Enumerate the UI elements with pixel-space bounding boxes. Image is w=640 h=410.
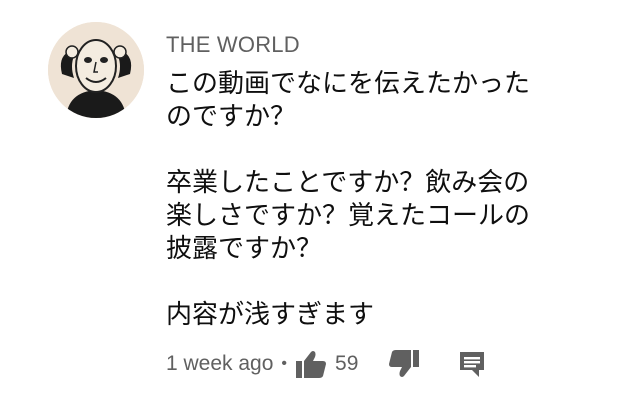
comment-blank-line <box>166 134 606 167</box>
avatar[interactable] <box>48 22 144 118</box>
comment-line: のですか？ <box>166 102 297 132</box>
thumbs-up-icon <box>296 351 327 378</box>
comment-actions: 1 week ago • 59 <box>166 346 486 382</box>
reply-button[interactable] <box>458 349 486 379</box>
comment-line: 卒業したことですか？飲み会の <box>166 168 530 198</box>
comment-body: この動画でなにを伝えたかった のですか？ 卒業したことですか？飲み会の 楽しさで… <box>166 68 606 332</box>
avatar-image <box>48 22 144 118</box>
comment-blank-line <box>166 266 606 299</box>
comment-line: 披露ですか？ <box>166 234 323 264</box>
comment-timestamp[interactable]: 1 week ago <box>166 352 273 376</box>
comment-item: THE WORLD この動画でなにを伝えたかった のですか？ 卒業したことですか… <box>0 0 640 410</box>
like-count: 59 <box>335 352 359 375</box>
comment-line: この動画でなにを伝えたかった <box>166 69 531 99</box>
comment-line: 内容が浅すぎます <box>166 300 375 330</box>
separator-dot: • <box>281 355 288 372</box>
dislike-button[interactable] <box>388 349 420 379</box>
thumbs-down-icon <box>389 350 420 377</box>
reply-comment-icon <box>460 352 485 377</box>
comment-author[interactable]: THE WORLD <box>166 32 300 58</box>
comment-line: 楽しさですか？覚えたコールの <box>166 201 531 231</box>
like-button[interactable] <box>295 349 327 379</box>
